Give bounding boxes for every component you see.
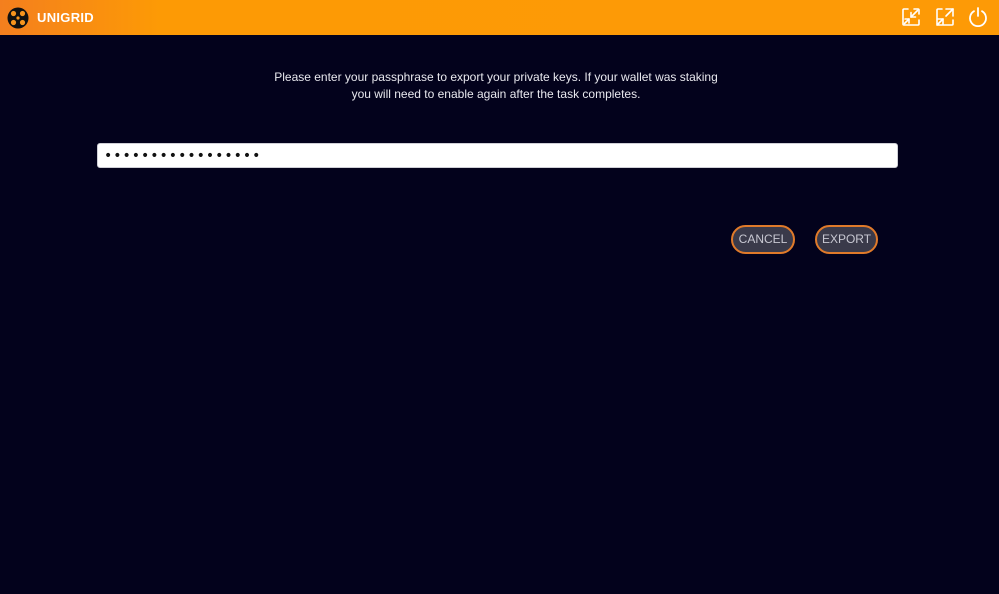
power-icon[interactable] <box>967 6 989 28</box>
instructions-line-2: you will need to enable again after the … <box>351 87 641 101</box>
export-button[interactable]: EXPORT <box>815 225 878 254</box>
cancel-button[interactable]: CANCEL <box>731 225 795 254</box>
instructions-line-1: Please enter your passphrase to export y… <box>274 70 718 84</box>
minimize-window-icon[interactable] <box>900 6 922 28</box>
export-keys-window: UNIGRID Please enter your passphrase to … <box>0 0 999 594</box>
app-title: UNIGRID <box>37 10 94 25</box>
title-bar[interactable]: UNIGRID <box>0 0 999 35</box>
maximize-window-icon[interactable] <box>934 6 956 28</box>
export-instructions: Please enter your passphrase to export y… <box>0 69 992 103</box>
unigrid-logo-icon <box>7 7 29 29</box>
passphrase-input[interactable] <box>97 143 898 168</box>
